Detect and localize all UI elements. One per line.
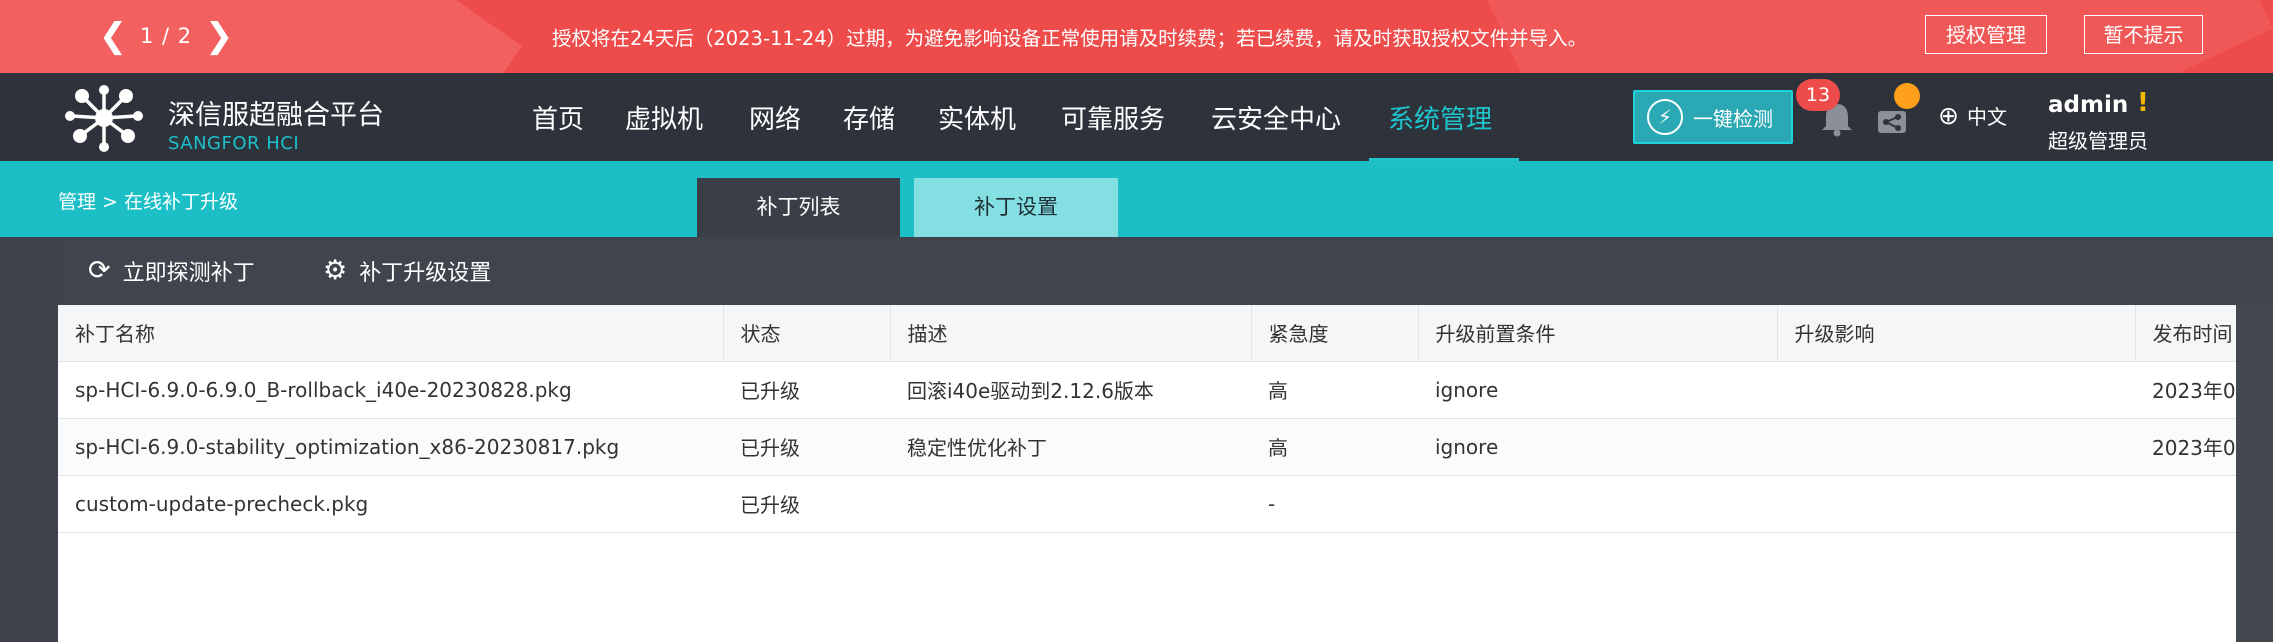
tab-patch-settings[interactable]: 补丁设置 bbox=[914, 178, 1118, 237]
refresh-icon: ⟳ bbox=[88, 255, 111, 286]
patch-name-cell: sp-HCI-6.9.0-6.9.0_B-rollback_i40e-20230… bbox=[58, 361, 723, 419]
sub-header: 管理 > 在线补丁升级 补丁列表 补丁设置 bbox=[0, 161, 2273, 237]
column-header[interactable]: 描述 bbox=[890, 305, 1252, 362]
column-header[interactable]: 发布时间 bbox=[2135, 305, 2236, 362]
urgency-cell: - bbox=[1251, 475, 1418, 533]
globe-icon: ⊕ bbox=[1938, 101, 1959, 130]
license-notice-banner: ❮ 1 / 2 ❯ 授权将在24天后（2023-11-24）过期，为避免影响设备… bbox=[0, 0, 2273, 73]
nav-item-home[interactable]: 首页 bbox=[532, 99, 584, 136]
detect-patch-button[interactable]: ⟳ 立即探测补丁 bbox=[88, 255, 255, 287]
top-navigation: 深信服超融合平台 SANGFOR HCI 首页 虚拟机 网络 存储 实体机 可靠… bbox=[0, 73, 2273, 161]
precondition-cell: ignore bbox=[1418, 418, 1777, 476]
precondition-cell: ignore bbox=[1418, 361, 1777, 419]
detect-patch-label: 立即探测补丁 bbox=[122, 261, 255, 286]
patch-upgrade-settings-button[interactable]: ⚙ 补丁升级设置 bbox=[323, 255, 491, 287]
sangfor-logo bbox=[65, 85, 143, 152]
nav-item-physical[interactable]: 实体机 bbox=[938, 99, 1016, 136]
release-time-cell: 2023年08 bbox=[2135, 418, 2236, 476]
nav-item-system[interactable]: 系统管理 bbox=[1388, 99, 1492, 136]
column-header[interactable]: 升级前置条件 bbox=[1418, 305, 1778, 362]
release-time-cell: 2023年08 bbox=[2135, 361, 2236, 419]
gear-icon: ⚙ bbox=[323, 255, 348, 286]
user-role: 超级管理员 bbox=[2048, 129, 2148, 153]
chevron-left-icon[interactable]: ❮ bbox=[98, 18, 128, 54]
column-header[interactable]: 升级影响 bbox=[1777, 305, 2136, 362]
patch-table: 补丁名称 状态 描述 紧急度 升级前置条件 升级影响 发布时间 sp-HCI-6… bbox=[58, 305, 2236, 533]
urgency-cell: 高 bbox=[1251, 418, 1418, 476]
banner-decoration bbox=[0, 0, 523, 73]
license-management-button[interactable]: 授权管理 bbox=[1925, 15, 2047, 54]
table-row[interactable]: sp-HCI-6.9.0-stability_optimization_x86-… bbox=[58, 418, 2236, 476]
precondition-cell bbox=[1418, 475, 1777, 533]
impact-cell bbox=[1777, 475, 2135, 533]
release-time-cell bbox=[2135, 475, 2236, 533]
impact-cell bbox=[1777, 361, 2135, 419]
status-cell: 已升级 bbox=[723, 418, 890, 476]
table-row[interactable]: custom-update-precheck.pkg 已升级 - bbox=[58, 475, 2236, 533]
nav-item-vm[interactable]: 虚拟机 bbox=[625, 99, 703, 136]
description-cell: 稳定性优化补丁 bbox=[890, 418, 1251, 476]
language-switcher[interactable]: ⊕ 中文 bbox=[1938, 101, 2007, 130]
patch-name-cell: sp-HCI-6.9.0-stability_optimization_x86-… bbox=[58, 418, 723, 476]
description-cell bbox=[890, 475, 1251, 533]
license-expiry-message: 授权将在24天后（2023-11-24）过期，为避免影响设备正常使用请及时续费；… bbox=[552, 27, 1588, 50]
status-cell: 已升级 bbox=[723, 475, 890, 533]
tab-patch-list[interactable]: 补丁列表 bbox=[697, 178, 900, 237]
nav-item-storage[interactable]: 存储 bbox=[843, 99, 895, 136]
patch-toolbar: ⟳ 立即探测补丁 ⚙ 补丁升级设置 bbox=[58, 237, 2273, 305]
one-click-detect-button[interactable]: ⚡ 一键检测 bbox=[1633, 90, 1793, 144]
patch-name-cell: custom-update-precheck.pkg bbox=[58, 475, 723, 533]
column-header[interactable]: 补丁名称 bbox=[58, 305, 724, 362]
table-row[interactable]: sp-HCI-6.9.0-6.9.0_B-rollback_i40e-20230… bbox=[58, 361, 2236, 419]
urgency-cell: 高 bbox=[1251, 361, 1418, 419]
nav-item-reliability[interactable]: 可靠服务 bbox=[1061, 99, 1165, 136]
status-cell: 已升级 bbox=[723, 361, 890, 419]
dismiss-notice-button[interactable]: 暂不提示 bbox=[2084, 15, 2203, 54]
brand-name: 深信服超融合平台 bbox=[168, 100, 384, 131]
table-header-row: 补丁名称 状态 描述 紧急度 升级前置条件 升级影响 发布时间 bbox=[58, 305, 2236, 362]
column-header[interactable]: 状态 bbox=[723, 305, 891, 362]
detect-button-label: 一键检测 bbox=[1693, 106, 1773, 131]
description-cell: 回滚i40e驱动到2.12.6版本 bbox=[890, 361, 1251, 419]
notification-count-badge: 13 bbox=[1796, 79, 1840, 111]
share-status-dot bbox=[1894, 83, 1920, 109]
notice-pager: ❮ 1 / 2 ❯ bbox=[98, 18, 234, 54]
breadcrumb[interactable]: 管理 > 在线补丁升级 bbox=[58, 187, 238, 214]
lightning-icon: ⚡ bbox=[1647, 99, 1683, 135]
right-side-panel bbox=[2236, 305, 2273, 642]
pager-indicator: 1 / 2 bbox=[140, 24, 193, 48]
language-label: 中文 bbox=[1966, 105, 2007, 129]
nav-item-security[interactable]: 云安全中心 bbox=[1211, 99, 1341, 136]
chevron-right-icon[interactable]: ❯ bbox=[204, 18, 234, 54]
left-side-panel bbox=[0, 237, 58, 642]
patch-table-container: 补丁名称 状态 描述 紧急度 升级前置条件 升级影响 发布时间 sp-HCI-6… bbox=[58, 305, 2236, 642]
user-name[interactable]: admin bbox=[2048, 92, 2128, 118]
impact-cell bbox=[1777, 418, 2135, 476]
patch-upgrade-settings-label: 补丁升级设置 bbox=[359, 261, 492, 286]
brand-subtitle: SANGFOR HCI bbox=[168, 133, 300, 154]
nav-item-network[interactable]: 网络 bbox=[749, 99, 801, 136]
column-header[interactable]: 紧急度 bbox=[1251, 305, 1419, 362]
user-warning-icon: ! bbox=[2137, 88, 2149, 118]
